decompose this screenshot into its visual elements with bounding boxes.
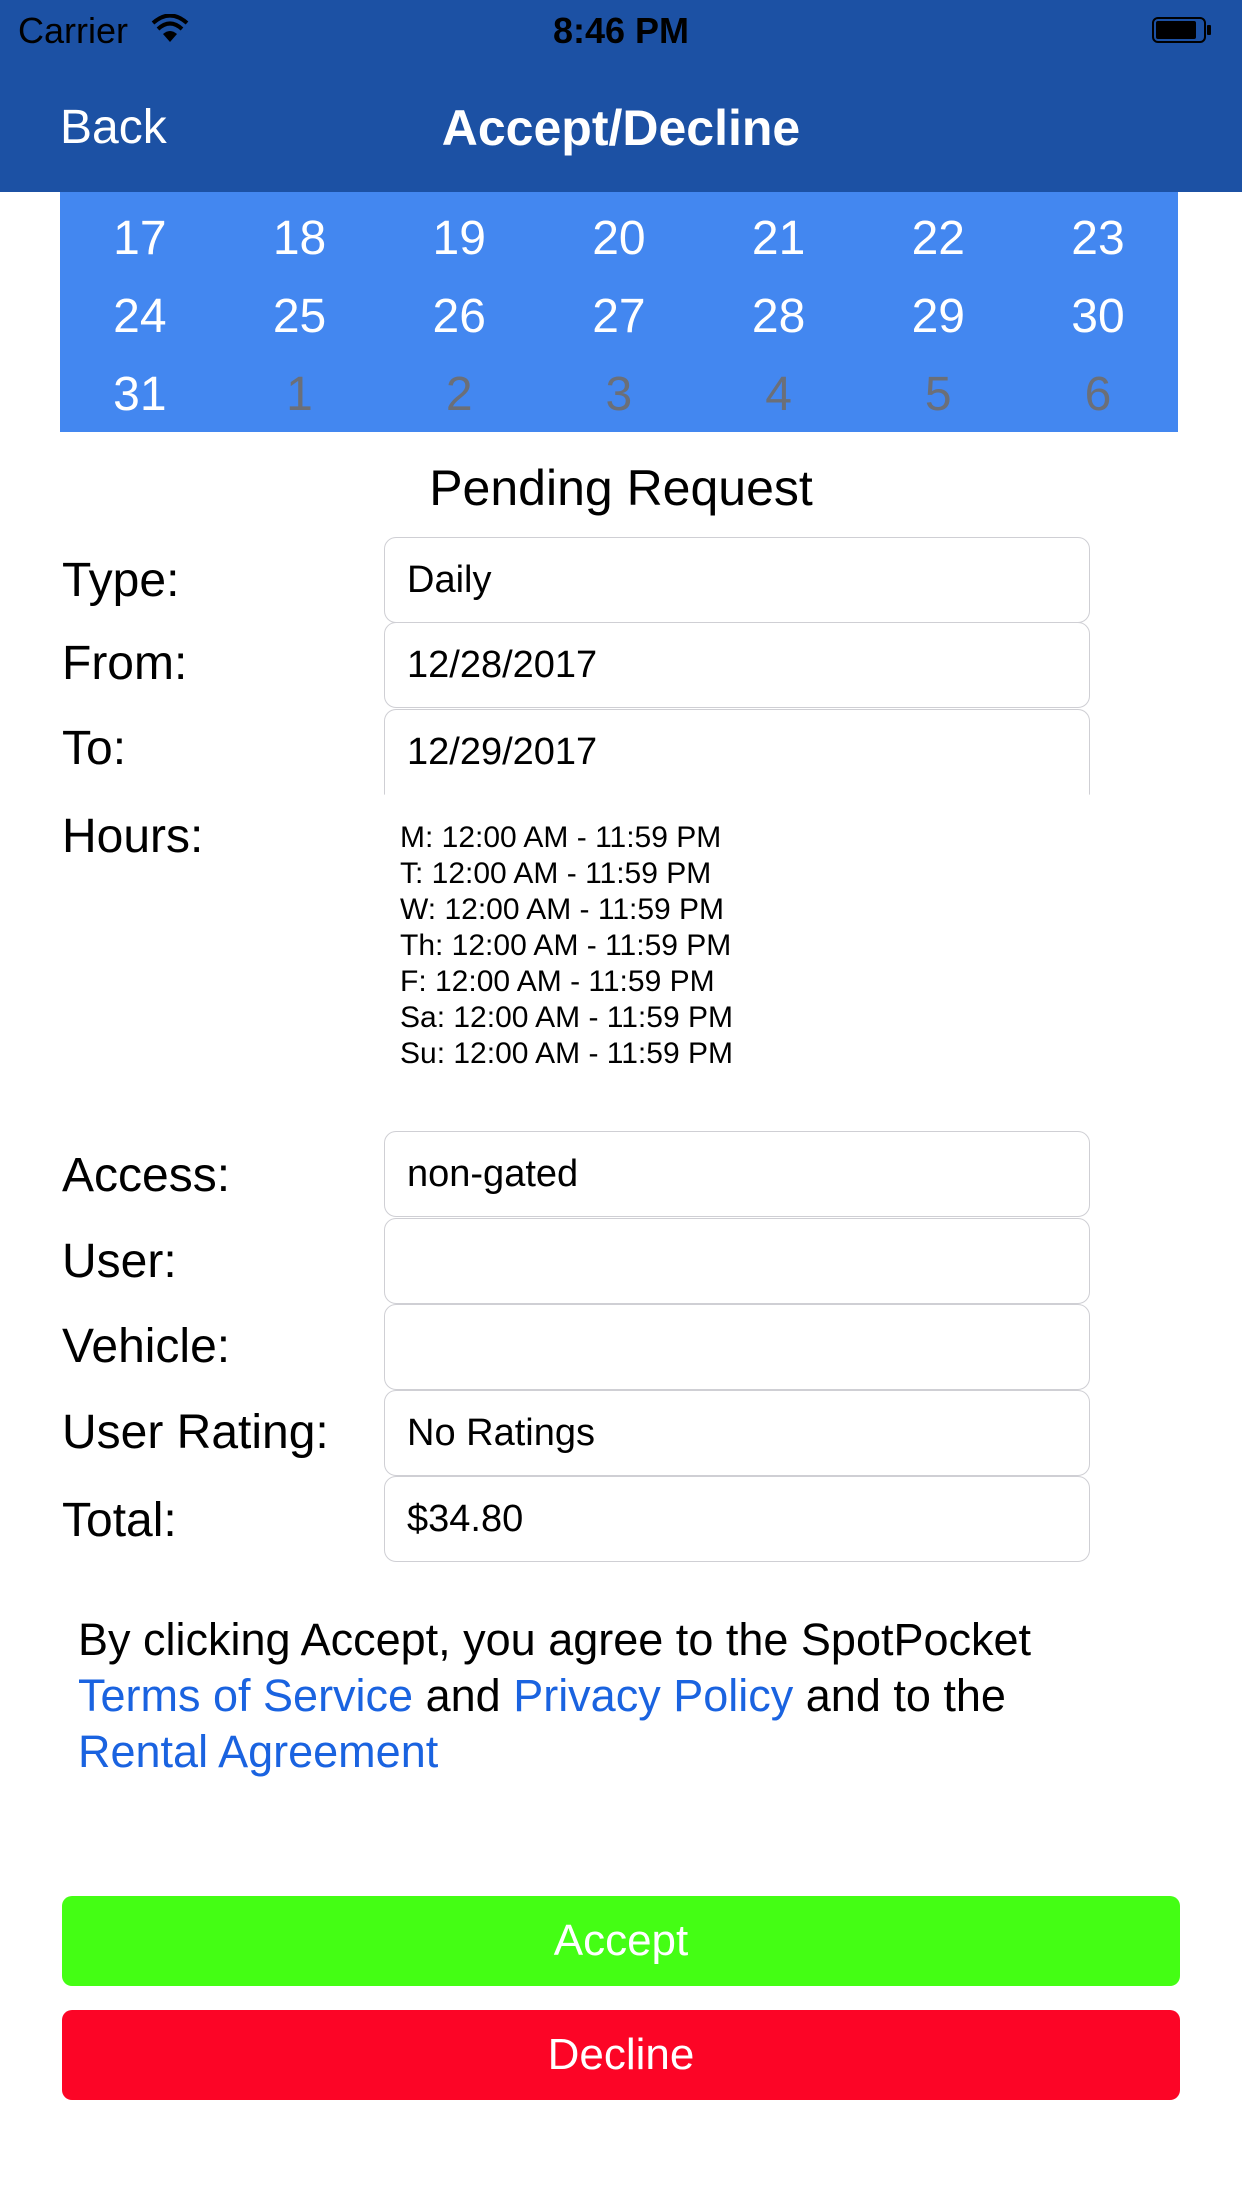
- vehicle-field[interactable]: [384, 1304, 1090, 1390]
- hours-entry: Sa: 12:00 AM - 11:59 PM: [400, 1001, 733, 1034]
- total-field[interactable]: $34.80: [384, 1476, 1090, 1562]
- privacy-policy-link[interactable]: Privacy Policy: [513, 1670, 793, 1721]
- terms-and-to-the-text: and to the: [793, 1670, 1006, 1721]
- terms-of-service-link[interactable]: Terms of Service: [78, 1670, 413, 1721]
- decline-button[interactable]: Decline: [62, 2010, 1180, 2100]
- hours-entry: T: 12:00 AM - 11:59 PM: [400, 857, 712, 890]
- calendar-day[interactable]: 24: [60, 278, 220, 356]
- terms-prefix-text: By clicking Accept, you agree to the Spo…: [78, 1614, 1032, 1665]
- terms-and-text: and: [413, 1670, 514, 1721]
- hours-entry: F: 12:00 AM - 11:59 PM: [400, 965, 715, 998]
- calendar-day-next-month[interactable]: 1: [220, 356, 380, 434]
- user-label: User:: [62, 1235, 177, 1288]
- calendar-day-next-month[interactable]: 6: [1018, 356, 1178, 434]
- calendar-day-next-month[interactable]: 4: [699, 356, 859, 434]
- type-field[interactable]: Daily: [384, 537, 1090, 623]
- type-label: Type:: [62, 554, 180, 607]
- terms-notice: By clicking Accept, you agree to the Spo…: [78, 1612, 1188, 1780]
- hours-entry: Th: 12:00 AM - 11:59 PM: [400, 929, 732, 962]
- calendar-day-next-month[interactable]: 5: [858, 356, 1018, 434]
- calendar-day-next-month[interactable]: 2: [379, 356, 539, 434]
- calendar-day[interactable]: 27: [539, 278, 699, 356]
- calendar-week-row: 31 1 2 3 4 5 6: [60, 356, 1178, 434]
- calendar-day[interactable]: 20: [539, 200, 699, 278]
- calendar-grid: 17 18 19 20 21 22 23 24 25 26 27 28 29 3…: [60, 192, 1178, 432]
- battery-icon: [1152, 17, 1211, 43]
- from-field[interactable]: 12/28/2017: [384, 622, 1090, 708]
- access-field[interactable]: non-gated: [384, 1131, 1090, 1217]
- calendar-day[interactable]: 26: [379, 278, 539, 356]
- vehicle-label: Vehicle:: [62, 1320, 231, 1373]
- hours-label: Hours:: [62, 810, 204, 863]
- calendar-day[interactable]: 25: [220, 278, 380, 356]
- calendar-day[interactable]: 29: [858, 278, 1018, 356]
- calendar-day[interactable]: 30: [1018, 278, 1178, 356]
- hours-entry: Su: 12:00 AM - 11:59 PM: [400, 1037, 733, 1070]
- calendar-day[interactable]: 21: [699, 200, 859, 278]
- hours-entry: W: 12:00 AM - 11:59 PM: [400, 893, 725, 926]
- accept-button[interactable]: Accept: [62, 1896, 1180, 1986]
- calendar-day[interactable]: 18: [220, 200, 380, 278]
- calendar-day[interactable]: 17: [60, 200, 220, 278]
- pending-request-heading: Pending Request: [429, 460, 813, 516]
- rental-agreement-link[interactable]: Rental Agreement: [78, 1726, 438, 1777]
- user-field[interactable]: [384, 1218, 1090, 1304]
- hours-list: M: 12:00 AM - 11:59 PM T: 12:00 AM - 11:…: [400, 820, 733, 1072]
- calendar-day-next-month[interactable]: 3: [539, 356, 699, 434]
- calendar-day[interactable]: 23: [1018, 200, 1178, 278]
- to-field[interactable]: 12/29/2017: [384, 709, 1090, 795]
- to-label: To:: [62, 722, 127, 775]
- hours-entry: M: 12:00 AM - 11:59 PM: [400, 821, 722, 854]
- calendar-week-row: 24 25 26 27 28 29 30: [60, 278, 1178, 356]
- calendar-week-row: 17 18 19 20 21 22 23: [60, 200, 1178, 278]
- status-time: 8:46 PM: [552, 10, 690, 51]
- total-label: Total:: [62, 1494, 177, 1547]
- status-bar: Carrier 8:46 PM: [0, 0, 1242, 62]
- calendar-day[interactable]: 28: [699, 278, 859, 356]
- calendar-day[interactable]: 19: [379, 200, 539, 278]
- from-label: From:: [62, 637, 188, 690]
- access-label: Access:: [62, 1149, 231, 1202]
- calendar-day[interactable]: 22: [858, 200, 1018, 278]
- page-title: Accept/Decline: [441, 100, 801, 156]
- user-rating-field[interactable]: No Ratings: [384, 1390, 1090, 1476]
- user-rating-label: User Rating:: [62, 1406, 329, 1459]
- navigation-bar: Back Accept/Decline: [0, 62, 1242, 192]
- calendar-day[interactable]: 31: [60, 356, 220, 434]
